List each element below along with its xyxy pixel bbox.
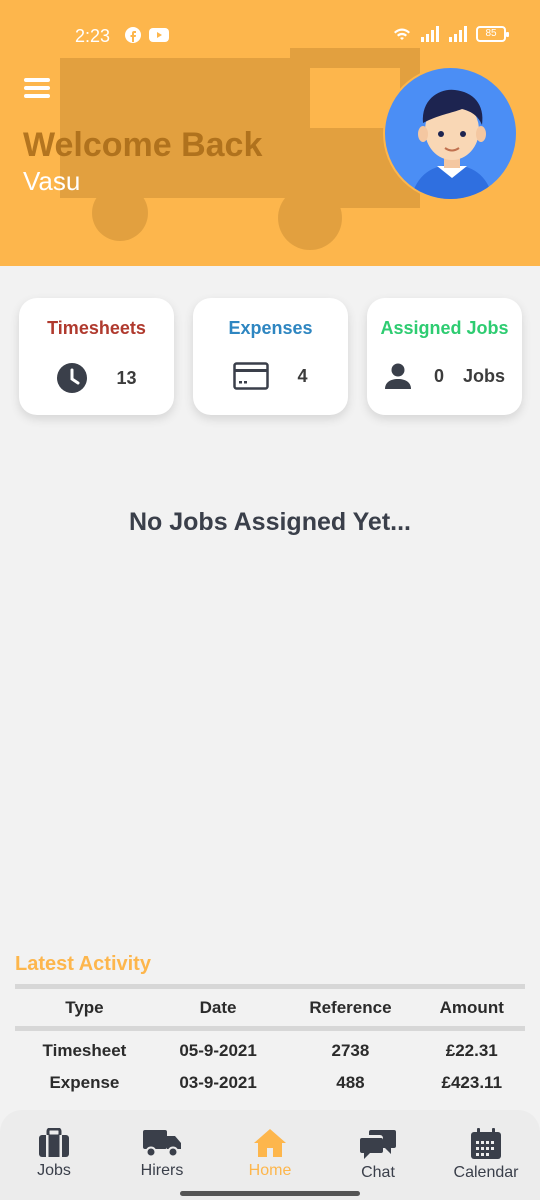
timesheets-card[interactable]: Timesheets 13 [19, 298, 174, 415]
menu-icon[interactable] [24, 78, 52, 100]
cell-reference: 2738 [331, 1040, 370, 1060]
expenses-count: 4 [297, 365, 308, 386]
briefcase-icon [39, 1128, 69, 1157]
assigned-jobs-count: 0 [433, 365, 444, 386]
nav-item-home[interactable]: Home [216, 1110, 324, 1200]
nav-item-chat[interactable]: Chat [324, 1110, 432, 1200]
cell-amount: £22.31 [445, 1040, 498, 1060]
bottom-navigation: Jobs Hirers Home Chat Calendar [0, 1110, 540, 1200]
person-icon [384, 363, 411, 389]
activity-table: Type Date Reference Amount Timesheet 05-… [15, 984, 525, 1101]
timesheets-count: 13 [116, 367, 137, 388]
calendar-icon [471, 1128, 501, 1159]
username: Vasu [23, 166, 81, 196]
expenses-card[interactable]: Expenses 4 [193, 298, 348, 415]
table-row[interactable]: Timesheet 05-9-2021 2738 £22.31 [15, 1029, 525, 1065]
assigned-jobs-suffix: Jobs [463, 365, 506, 386]
welcome-heading: Welcome Back [23, 126, 263, 164]
table-header-row: Type Date Reference Amount [15, 984, 525, 1031]
home-indicator-bar[interactable] [180, 1191, 360, 1196]
table-row[interactable]: Expense 03-9-2021 488 £423.11 [15, 1065, 525, 1101]
no-jobs-message: No Jobs Assigned Yet... [128, 508, 412, 536]
youtube-icon [149, 28, 169, 42]
timesheets-card-title: Timesheets [47, 318, 146, 338]
assigned-jobs-card[interactable]: Assigned Jobs 0 Jobs [367, 298, 522, 415]
wifi-icon [394, 28, 410, 40]
nav-item-jobs[interactable]: Jobs [0, 1110, 108, 1200]
signal-icon-2 [449, 26, 467, 42]
chat-icon [360, 1130, 396, 1159]
assigned-jobs-card-title: Assigned Jobs [380, 318, 509, 338]
battery-indicator: 85 [476, 26, 509, 42]
cell-amount: £423.11 [441, 1072, 503, 1092]
cell-date: 05-9-2021 [179, 1040, 257, 1060]
nav-label-calendar: Calendar [453, 1164, 519, 1181]
nav-label-jobs: Jobs [37, 1162, 71, 1179]
home-icon [254, 1129, 286, 1157]
cell-date: 03-9-2021 [179, 1072, 257, 1092]
column-header-type: Type [15, 984, 154, 1031]
status-time: 2:23 [75, 26, 111, 46]
nav-item-calendar[interactable]: Calendar [432, 1110, 540, 1200]
cell-reference: 488 [336, 1072, 365, 1092]
clock-icon [57, 363, 88, 393]
stats-cards: Timesheets 13 Expenses 4 Assigned Jobs 0… [19, 298, 522, 415]
column-header-date: Date [153, 984, 283, 1031]
nav-item-hirers[interactable]: Hirers [108, 1110, 216, 1200]
signal-icon [421, 26, 439, 42]
expenses-card-title: Expenses [228, 318, 313, 338]
truck-icon [143, 1130, 181, 1158]
column-header-reference: Reference [282, 984, 419, 1031]
avatar-boy-icon [410, 89, 494, 199]
avatar[interactable] [383, 66, 518, 201]
credit-card-icon [233, 362, 270, 390]
nav-label-home: Home [248, 1162, 292, 1179]
header-banner: 2:23 85 Welcome Back Vasu [0, 0, 540, 266]
cell-type: Expense [49, 1072, 120, 1092]
latest-activity-title: Latest Activity [15, 953, 151, 975]
cell-type: Timesheet [42, 1040, 127, 1060]
status-bar: 2:23 85 [0, 0, 540, 72]
nav-label-hirers: Hirers [140, 1162, 184, 1179]
facebook-icon [125, 27, 141, 43]
nav-label-chat: Chat [361, 1164, 395, 1181]
column-header-amount: Amount [418, 984, 525, 1031]
